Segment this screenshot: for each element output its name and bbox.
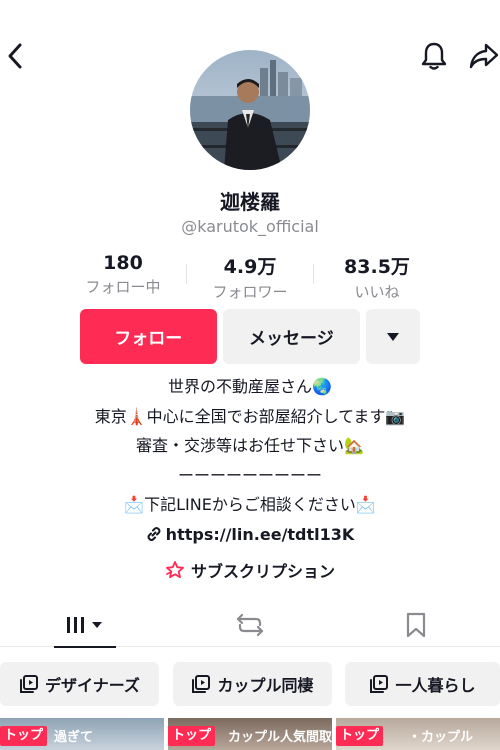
username: @karutok_official — [181, 217, 319, 236]
share-arrow-icon — [469, 43, 499, 69]
more-options-button[interactable] — [366, 309, 420, 364]
back-button[interactable] — [0, 38, 30, 74]
playlist-icon — [192, 675, 211, 693]
stat-following[interactable]: 180 フォロー中 — [60, 252, 186, 296]
share-button[interactable] — [466, 38, 500, 74]
subscription-button[interactable]: サブスクリプション — [0, 558, 500, 582]
tab-saved[interactable] — [361, 603, 471, 647]
bio-link[interactable]: https://lin.ee/tdtl13K — [0, 520, 500, 550]
playlist-chip[interactable]: デザイナーズ — [0, 662, 159, 706]
link-icon — [147, 526, 161, 541]
bio-line: 世界の不動産屋さん🌏 — [168, 377, 332, 396]
stat-label: フォロー中 — [85, 278, 161, 296]
pinned-badge: トップ — [0, 726, 48, 746]
stat-value: 180 — [103, 252, 143, 274]
subscription-star-icon — [166, 561, 184, 579]
avatar[interactable] — [190, 50, 310, 170]
bio-line: ーーーーーーーーー — [177, 465, 322, 485]
follow-button[interactable]: フォロー — [80, 309, 217, 364]
bell-icon — [421, 42, 447, 70]
pinned-badge: トップ — [336, 726, 384, 746]
content-tabs — [0, 603, 500, 648]
bio-line: 審査・交渉等はお任せ下さい🏡 — [136, 436, 364, 455]
tab-videos[interactable] — [30, 603, 140, 648]
subscription-label: サブスクリプション — [190, 562, 335, 581]
avatar-photo — [190, 50, 310, 170]
bio-link-text: https://lin.ee/tdtl13K — [165, 524, 355, 544]
video-thumbnail[interactable]: トップ 過ぎて — [0, 718, 164, 750]
grid-icon — [67, 617, 102, 633]
stats-row: 180 フォロー中 4.9万 フォロワー 83.5万 いいね — [60, 252, 440, 301]
stat-label: いいね — [354, 283, 400, 301]
stat-value: 83.5万 — [344, 256, 410, 278]
notification-button[interactable] — [416, 38, 452, 74]
playlist-chip-label: 一人暮らし — [395, 676, 476, 695]
stat-followers[interactable]: 4.9万 フォロワー — [187, 252, 313, 301]
playlist-icon — [20, 675, 39, 693]
bio: 世界の不動産屋さん🌏 東京🗼中心に全国でお部屋紹介してます📷 審査・交渉等はお任… — [0, 372, 500, 549]
video-thumbnail[interactable]: トップ ・カップル — [336, 718, 500, 750]
playlist-icon — [370, 675, 389, 693]
playlist-chip[interactable]: カップル同棲 — [173, 662, 332, 706]
chevron-left-icon — [8, 43, 22, 69]
video-thumbnail[interactable]: トップ カップル人気間取り — [168, 718, 332, 750]
bio-line: 東京🗼中心に全国でお部屋紹介してます📷 — [94, 406, 406, 426]
display-name: 迦楼羅 — [220, 190, 280, 214]
bookmark-icon — [406, 612, 426, 638]
stat-likes[interactable]: 83.5万 いいね — [314, 252, 440, 301]
thumbnail-caption: ・カップル — [408, 730, 474, 745]
video-grid: トップ 過ぎて トップ カップル人気間取り トップ ・カップル — [0, 718, 500, 750]
playlist-chips: デザイナーズ カップル同棲 一人暮らし — [0, 662, 500, 706]
stat-label: フォロワー — [212, 283, 288, 301]
repost-icon — [236, 613, 264, 637]
pinned-badge: トップ — [168, 726, 216, 746]
message-button[interactable]: メッセージ — [222, 309, 361, 364]
bio-line: 📩下記LINEからご相談ください📩 — [124, 495, 376, 514]
stat-value: 4.9万 — [223, 256, 277, 278]
playlist-chip-label: カップル同棲 — [217, 676, 314, 695]
thumbnail-caption: カップル人気間取り — [228, 730, 332, 745]
playlist-chip[interactable]: 一人暮らし — [345, 662, 500, 706]
playlist-chip-label: デザイナーズ — [45, 676, 140, 695]
caret-down-icon — [387, 332, 400, 341]
action-buttons: フォロー メッセージ — [80, 309, 420, 364]
thumbnail-caption: 過ぎて — [54, 730, 94, 745]
tab-reposts[interactable] — [195, 603, 305, 647]
